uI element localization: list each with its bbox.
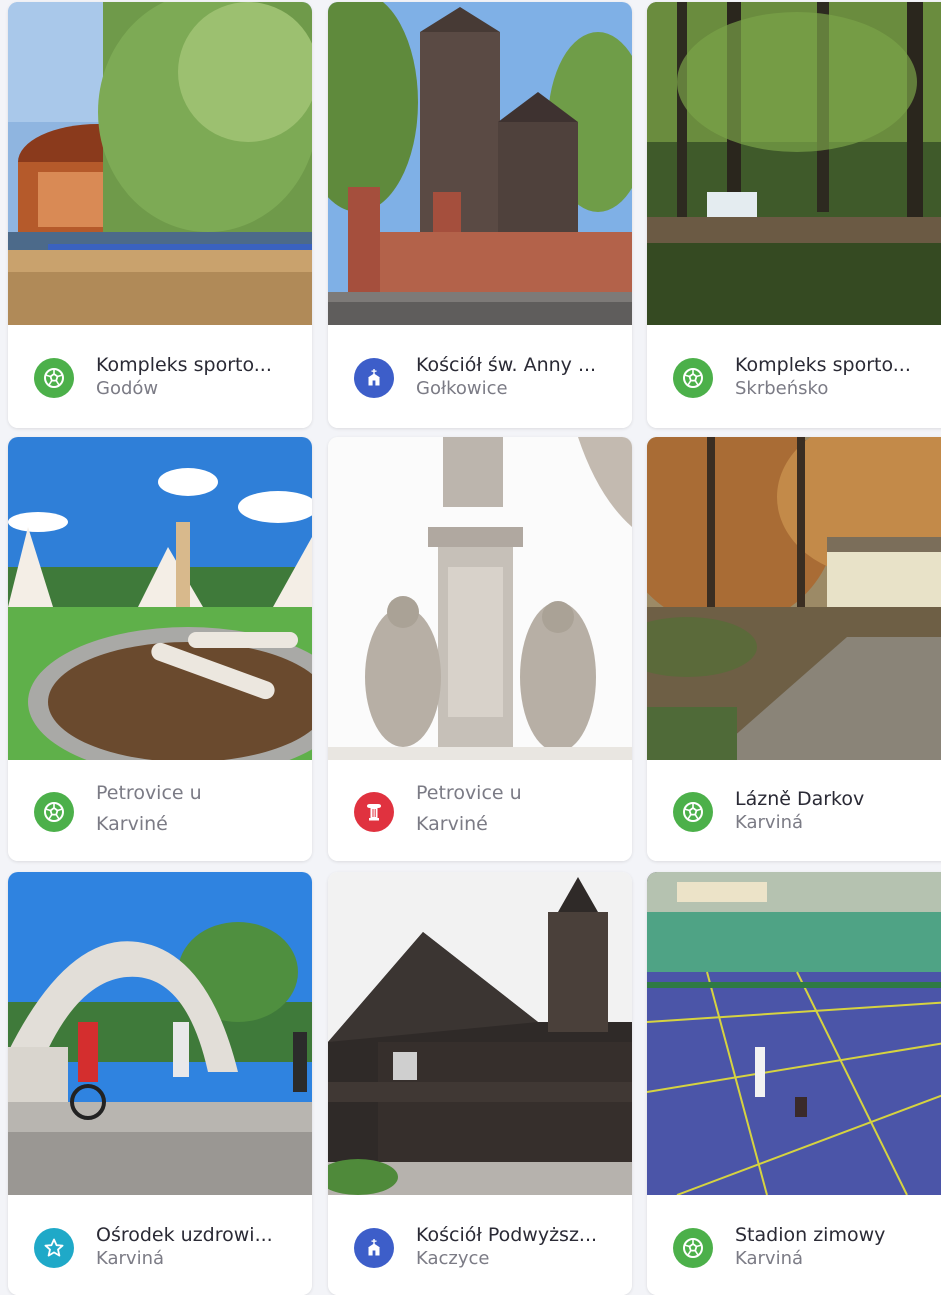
card-title: Kompleks sporto... (96, 354, 272, 376)
card-info: Lázně Darkov Karviná (647, 760, 941, 861)
card-location: Petrovice u Karviné (416, 782, 522, 835)
attraction-card[interactable]: Stadion zimowy Karviná (647, 872, 941, 1295)
category-badge (354, 792, 394, 832)
card-title: Lázně Darkov (735, 788, 865, 810)
card-location: Karviná (96, 1248, 165, 1269)
attraction-card[interactable]: Ośrodek uzdrowi... Karviná (8, 872, 312, 1295)
card-info: Kościół Podwyższ... Kaczyce (328, 1195, 632, 1295)
card-info: Ośrodek uzdrowi... Karviná (8, 1195, 312, 1295)
church-icon (362, 366, 386, 390)
card-photo (647, 2, 941, 325)
card-info: Stadion zimowy Karviná (647, 1195, 941, 1295)
card-info: Kościół św. Anny ... Gołkowice (328, 325, 632, 428)
attraction-card[interactable]: Kościół Podwyższ... Kaczyce (328, 872, 632, 1295)
category-badge (673, 1228, 713, 1268)
soccer-ball-icon (42, 366, 66, 390)
star-icon (42, 1236, 66, 1260)
card-title: Kościół św. Anny ... (416, 354, 597, 376)
card-title: Ośrodek uzdrowi... (96, 1224, 273, 1246)
attractions-grid: Kompleks sporto... Godów Kościół św. Ann… (0, 0, 941, 1295)
category-badge (34, 792, 74, 832)
category-badge (673, 358, 713, 398)
card-photo (647, 872, 941, 1195)
attraction-card[interactable]: Petrovice u Karviné (8, 437, 312, 861)
card-info: Petrovice u Karviné (8, 760, 312, 861)
card-photo (8, 2, 312, 325)
attraction-card[interactable]: Lázně Darkov Karviná (647, 437, 941, 861)
category-badge (673, 792, 713, 832)
card-photo (8, 872, 312, 1195)
category-badge (354, 1228, 394, 1268)
attraction-card[interactable]: Kompleks sporto... Godów (8, 2, 312, 428)
card-title: Stadion zimowy (735, 1224, 886, 1246)
card-title: Kompleks sporto... (735, 354, 911, 376)
card-location: Skrbeńsko (735, 378, 829, 399)
card-info: Petrovice u Karviné (328, 760, 632, 861)
category-badge (354, 358, 394, 398)
card-photo (8, 437, 312, 760)
attraction-card[interactable]: Petrovice u Karviné (328, 437, 632, 861)
column-icon (362, 800, 386, 824)
card-photo (328, 872, 632, 1195)
card-photo (328, 2, 632, 325)
card-photo (647, 437, 941, 760)
card-location: Karviná (735, 812, 804, 833)
category-badge (34, 358, 74, 398)
soccer-ball-icon (681, 800, 705, 824)
attraction-card[interactable]: Kościół św. Anny ... Gołkowice (328, 2, 632, 428)
card-title: Kościół Podwyższ... (416, 1224, 598, 1246)
card-location: Petrovice u Karviné (96, 782, 202, 835)
soccer-ball-icon (42, 800, 66, 824)
card-info: Kompleks sporto... Godów (8, 325, 312, 428)
card-info: Kompleks sporto... Skrbeńsko (647, 325, 941, 428)
card-location: Kaczyce (416, 1248, 490, 1269)
church-icon (362, 1236, 386, 1260)
card-location: Karviná (735, 1248, 804, 1269)
soccer-ball-icon (681, 366, 705, 390)
card-photo (328, 437, 632, 760)
category-badge (34, 1228, 74, 1268)
card-location: Gołkowice (416, 378, 508, 399)
card-location: Godów (96, 378, 159, 399)
attraction-card[interactable]: Kompleks sporto... Skrbeńsko (647, 2, 941, 428)
soccer-ball-icon (681, 1236, 705, 1260)
